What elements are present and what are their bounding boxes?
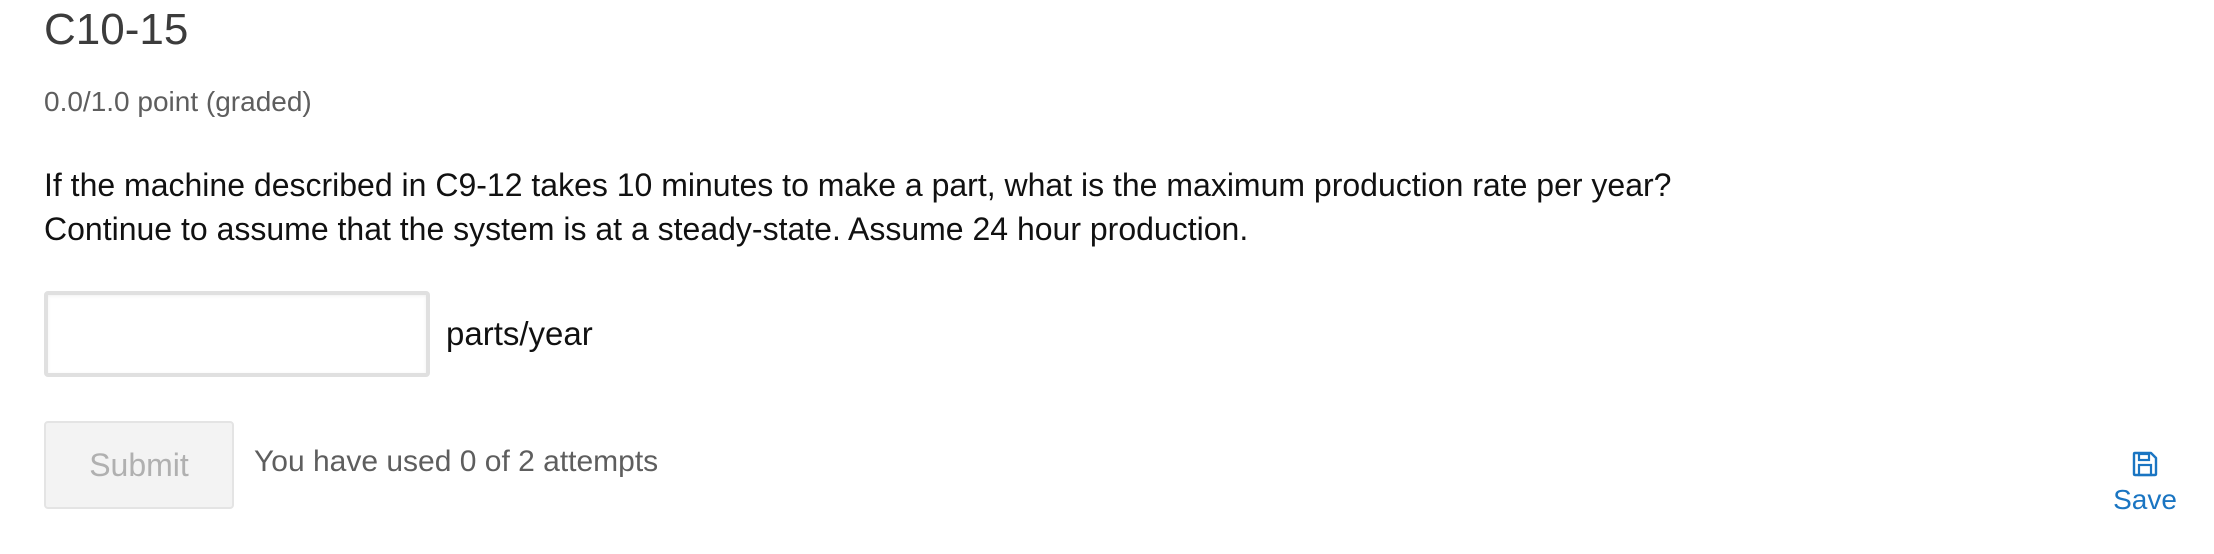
question-line: Continue to assume that the system is at… [44, 211, 1249, 247]
answer-input[interactable] [44, 291, 430, 377]
question-line: If the machine described in C9-12 takes … [44, 167, 1672, 203]
floppy-disk-icon [2132, 451, 2158, 477]
attempts-text: You have used 0 of 2 attempts [254, 445, 659, 478]
points-status: 0.0/1.0 point (graded) [44, 86, 312, 117]
save-label: Save [2113, 484, 2177, 515]
problem-title: C10-15 [44, 5, 189, 54]
unit-label: parts/year [446, 315, 593, 352]
save-button[interactable]: Save [2100, 446, 2190, 520]
submit-button[interactable]: Submit [44, 421, 234, 509]
question-text: If the machine described in C9-12 takes … [44, 163, 2124, 251]
